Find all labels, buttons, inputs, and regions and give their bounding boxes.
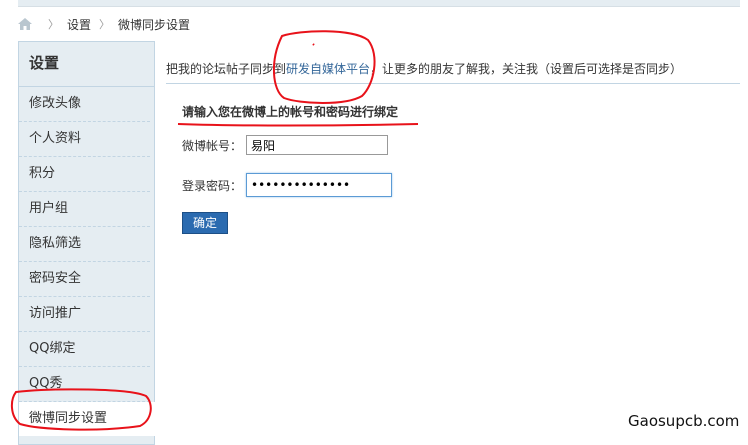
settings-sidebar: 设置 修改头像 个人资料 积分 用户组 隐私筛选 密码安全 访问推广 QQ绑定 … xyxy=(18,41,155,445)
sidebar-item-weibo-sync[interactable]: 微博同步设置 xyxy=(19,402,155,436)
sidebar-item-promotion[interactable]: 访问推广 xyxy=(19,297,150,332)
sidebar-item-avatar[interactable]: 修改头像 xyxy=(19,87,150,122)
password-row: 登录密码： xyxy=(182,173,393,197)
sidebar-item-qq-bind[interactable]: QQ绑定 xyxy=(19,332,150,367)
intro-suffix: ，让更多的朋友了解我，关注我（设置后可选择是否同步） xyxy=(370,62,683,76)
account-row: 微博帐号： xyxy=(182,135,389,155)
top-bar xyxy=(18,0,740,7)
watermark: Gaosupcb.com xyxy=(628,412,740,430)
breadcrumb-separator: 〉 xyxy=(48,18,59,31)
breadcrumb-separator: 〉 xyxy=(99,18,111,31)
sidebar-item-qq-show[interactable]: QQ秀 xyxy=(19,367,150,402)
password-label: 登录密码： xyxy=(182,178,243,193)
sidebar-item-security[interactable]: 密码安全 xyxy=(19,262,150,297)
account-label: 微博帐号： xyxy=(182,138,243,153)
sidebar-item-usergroup[interactable]: 用户组 xyxy=(19,192,150,227)
intro-link[interactable]: 研发自媒体平台 xyxy=(286,62,370,76)
sidebar-title: 设置 xyxy=(19,42,154,87)
weibo-account-field[interactable] xyxy=(246,135,389,155)
sidebar-item-credits[interactable]: 积分 xyxy=(19,157,150,192)
annotation-dot xyxy=(312,43,315,46)
bind-title: 请输入您在微博上的帐号和密码进行绑定 xyxy=(182,105,399,119)
sidebar-item-privacy[interactable]: 隐私筛选 xyxy=(19,227,150,262)
main-content: 把我的论坛帖子同步到研发自媒体平台，让更多的朋友了解我，关注我（设置后可选择是否… xyxy=(166,55,740,234)
confirm-button[interactable]: 确定 xyxy=(182,212,228,234)
password-field[interactable] xyxy=(246,173,393,197)
intro-text: 把我的论坛帖子同步到研发自媒体平台，让更多的朋友了解我，关注我（设置后可选择是否… xyxy=(166,55,740,84)
home-icon[interactable] xyxy=(18,18,32,30)
sidebar-item-profile[interactable]: 个人资料 xyxy=(19,122,150,157)
annotation-underline xyxy=(177,123,419,127)
intro-prefix: 把我的论坛帖子同步到 xyxy=(166,62,287,76)
breadcrumb: 〉 设置 〉 微博同步设置 xyxy=(18,14,190,34)
breadcrumb-weibo-sync[interactable]: 微博同步设置 xyxy=(118,16,190,33)
breadcrumb-settings[interactable]: 设置 xyxy=(67,16,91,33)
